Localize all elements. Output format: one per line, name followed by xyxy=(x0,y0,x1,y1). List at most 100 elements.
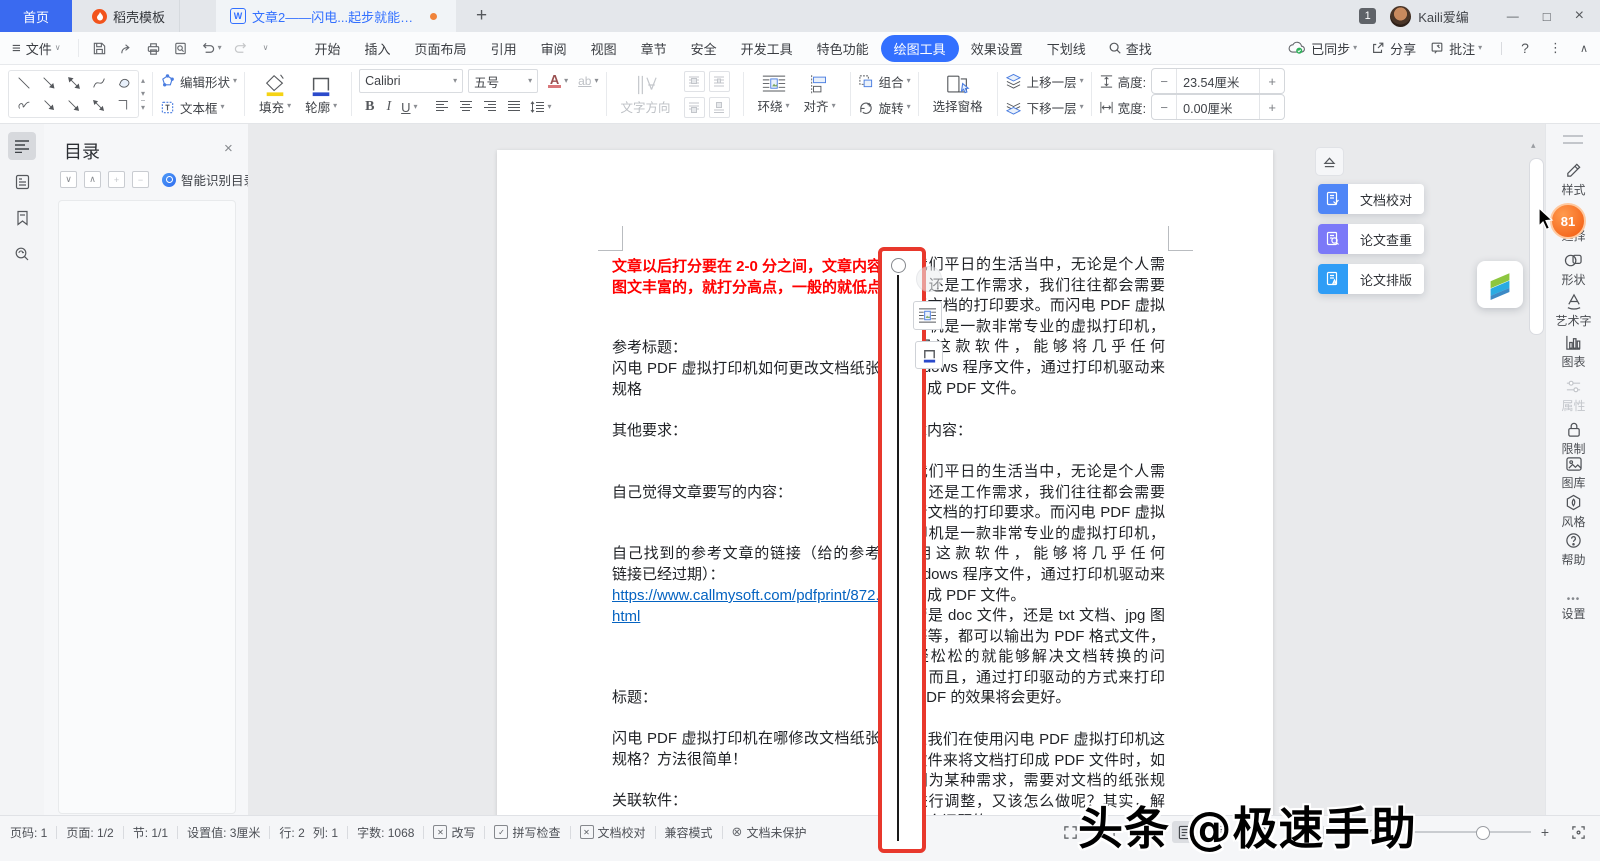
wrap-options-button[interactable] xyxy=(913,301,942,330)
notes-panel-button[interactable] xyxy=(8,168,36,196)
font-family-select[interactable]: Calibri▾ xyxy=(359,69,463,93)
help-button[interactable]: ? xyxy=(1511,40,1539,56)
doc-hyperlink[interactable]: https://www.callmysoft.com/pdfprint/872.… xyxy=(612,586,880,627)
menu-item-5[interactable]: 视图 xyxy=(579,35,629,62)
close-button[interactable]: × xyxy=(1563,7,1596,25)
embed-style-3-button[interactable] xyxy=(684,97,705,118)
line-spacing-button[interactable]: ▾ xyxy=(526,101,556,113)
sidebar-item-properties[interactable]: 属性 xyxy=(1546,378,1600,414)
menu-item-12[interactable]: 下划线 xyxy=(1035,35,1098,62)
zoom-in-button[interactable]: + xyxy=(1531,824,1559,840)
status-protection[interactable]: ⊗文档未保护 xyxy=(732,824,807,841)
gallery-up-icon[interactable]: ▴ xyxy=(141,74,145,87)
minimize-button[interactable]: — xyxy=(1495,9,1531,23)
toc-empty-area[interactable] xyxy=(58,200,236,814)
menu-item-9[interactable]: 特色功能 xyxy=(805,35,881,62)
sidebar-item-wordart[interactable]: 艺术字 xyxy=(1546,293,1600,329)
paper-check-button[interactable]: 论文查重 xyxy=(1318,224,1424,254)
menu-item-1[interactable]: 插入 xyxy=(353,35,403,62)
fit-page-button[interactable] xyxy=(1566,821,1590,843)
menu-item-7[interactable]: 安全 xyxy=(679,35,729,62)
sidebar-item-shapes[interactable]: 形状 xyxy=(1546,252,1600,288)
underline-button[interactable]: U▾ xyxy=(397,100,421,115)
shape-double-arrow[interactable] xyxy=(61,72,86,94)
gallery-down-icon[interactable]: ▾ xyxy=(141,87,145,100)
doc-scroll-up-icon[interactable]: ▴ xyxy=(1531,140,1536,151)
find-button[interactable]: 查找 xyxy=(1108,39,1152,58)
text-direction-button[interactable]: 文字方向 xyxy=(614,65,678,123)
toc-minus-button[interactable]: − xyxy=(132,171,149,188)
sidebar-item-settings[interactable]: ••• 设置 xyxy=(1546,594,1600,622)
shape-arrow-3[interactable] xyxy=(61,94,86,116)
rotate-button[interactable]: 旋转▾ xyxy=(858,94,911,120)
find-replace-panel-button[interactable] xyxy=(8,240,36,268)
wrap-button[interactable]: 环绕▾ xyxy=(751,65,797,123)
more-menu-button[interactable]: ⋮ xyxy=(1539,40,1572,56)
share-button[interactable]: 分享 xyxy=(1371,39,1416,58)
zoom-slider-knob[interactable] xyxy=(1476,826,1490,840)
doc-proofread-button[interactable]: 文档校对 xyxy=(1318,184,1424,214)
toc-expand-all-button[interactable]: ∧ xyxy=(84,171,101,188)
sidebar-item-theme[interactable]: 风格 xyxy=(1546,494,1600,530)
toc-plus-button[interactable]: + xyxy=(108,171,125,188)
status-section[interactable]: 节: 1/1 xyxy=(133,824,168,841)
highlight-button[interactable]: ab▾ xyxy=(578,74,598,88)
undo-icon[interactable]: ▾ xyxy=(200,41,222,56)
selected-shape-rectangle[interactable] xyxy=(878,247,926,853)
menu-item-6[interactable]: 章节 xyxy=(629,35,679,62)
user-name[interactable]: Kaili爱编 xyxy=(1418,7,1469,26)
shape-quick-circle[interactable] xyxy=(916,266,942,292)
shape-arrow-2[interactable] xyxy=(36,94,61,116)
height-value[interactable]: 23.54厘米 xyxy=(1176,69,1260,93)
embed-style-2-button[interactable] xyxy=(709,71,730,92)
restore-button[interactable]: □ xyxy=(1531,9,1563,24)
align-justify-button[interactable] xyxy=(502,100,526,115)
align-right-button[interactable] xyxy=(478,100,502,115)
sidebar-item-chart[interactable]: 图表 xyxy=(1546,334,1600,370)
sidebar-drag-handle-icon[interactable] xyxy=(1563,135,1583,144)
assist-collapse-button[interactable] xyxy=(1315,147,1344,176)
bold-button[interactable]: B xyxy=(359,99,380,115)
print-icon[interactable] xyxy=(146,41,161,56)
height-increase-button[interactable]: + xyxy=(1260,74,1284,89)
font-color-button[interactable]: A xyxy=(548,74,561,88)
align-shapes-button[interactable]: 对齐▾ xyxy=(797,65,843,123)
sidebar-item-restrict[interactable]: 限制 xyxy=(1546,421,1600,457)
toolbar-more-icon[interactable]: ∨ xyxy=(263,44,269,52)
app-assistant-logo[interactable] xyxy=(1477,261,1523,308)
italic-button[interactable]: I xyxy=(380,99,397,115)
redo-icon[interactable] xyxy=(234,41,249,56)
sidebar-item-style[interactable]: 样式 xyxy=(1546,162,1600,198)
new-tab-button[interactable]: + xyxy=(470,5,493,27)
file-menu-button[interactable]: ≡ 文件 ∨ xyxy=(0,39,71,58)
tab-document[interactable]: W 文章2——闪电...起步就能搞定！ xyxy=(216,0,456,32)
font-size-select[interactable]: 五号▾ xyxy=(468,69,538,93)
width-decrease-button[interactable]: − xyxy=(1152,100,1176,115)
collapse-ribbon-button[interactable]: ∧ xyxy=(1572,42,1600,55)
group-button[interactable]: 组合▾ xyxy=(858,68,911,94)
status-proofread-toggle[interactable]: ✕文档校对 xyxy=(580,824,646,841)
export-icon[interactable] xyxy=(119,41,134,56)
save-icon[interactable] xyxy=(92,41,107,56)
menu-item-2[interactable]: 页面布局 xyxy=(403,35,479,62)
menu-item-8[interactable]: 开发工具 xyxy=(729,35,805,62)
shape-gallery[interactable] xyxy=(8,70,139,118)
shape-curve[interactable] xyxy=(86,72,111,94)
toc-collapse-all-button[interactable]: ∨ xyxy=(60,171,77,188)
menu-item-11[interactable]: 效果设置 xyxy=(959,35,1035,62)
comment-button[interactable]: 批注 ▾ xyxy=(1430,39,1482,58)
print-preview-icon[interactable] xyxy=(173,41,188,56)
bring-forward-button[interactable]: 上移一层▾ xyxy=(1005,68,1084,94)
shape-rotate-handle[interactable] xyxy=(891,258,906,273)
outline-quick-button[interactable] xyxy=(915,341,943,369)
edit-shape-button[interactable]: 编辑形状▾ xyxy=(160,68,237,94)
toc-close-icon[interactable]: × xyxy=(224,140,233,157)
align-center-button[interactable] xyxy=(454,100,478,115)
width-increase-button[interactable]: + xyxy=(1260,100,1284,115)
width-value[interactable]: 0.00厘米 xyxy=(1176,95,1260,119)
shape-arrow[interactable] xyxy=(36,72,61,94)
shape-scribble[interactable] xyxy=(11,94,36,116)
shape-elbow-connector[interactable] xyxy=(111,94,136,116)
status-page-no[interactable]: 页码: 1 xyxy=(10,824,47,841)
selection-pane-button[interactable]: 选择窗格 xyxy=(926,65,990,123)
